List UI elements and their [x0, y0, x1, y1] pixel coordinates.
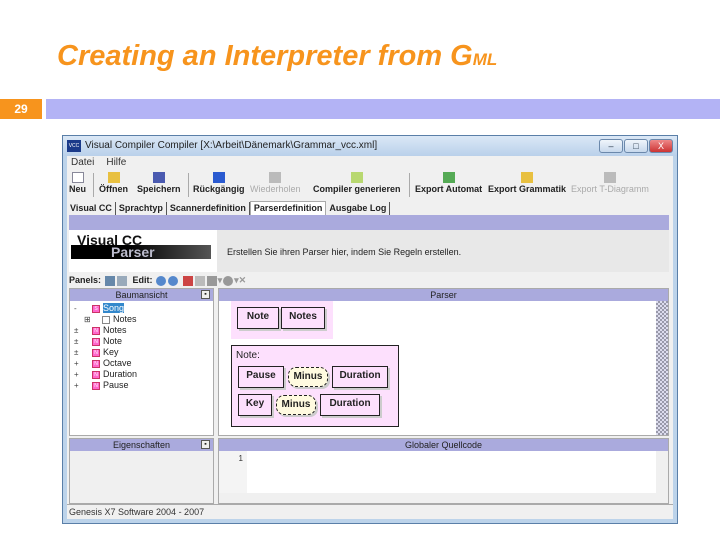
rule-note[interactable]: Note: Pause Minus Duration Key Minus Dur… — [231, 345, 399, 427]
tree-panel: Baumansicht ▪ - S Song ⊞ Notes ± N Notes ± N Not… — [69, 288, 214, 436]
open-icon — [107, 172, 120, 183]
tree-item-song[interactable]: - S Song — [70, 303, 213, 314]
rule-song[interactable]: Note Notes — [231, 301, 333, 339]
tree-item-notes-child[interactable]: ⊞ Notes — [70, 314, 213, 325]
redo-button[interactable]: Wiederholen — [250, 170, 301, 200]
header-description: Erstellen Sie ihren Parser hier, indem S… — [227, 247, 462, 257]
tree-item-note[interactable]: ± N Note — [70, 336, 213, 347]
panels-toolbar: Panels: Edit: ▾ ▾✕ — [69, 275, 247, 286]
source-editor[interactable] — [247, 451, 655, 493]
close-button[interactable]: X — [649, 139, 673, 153]
edit-icon[interactable] — [182, 275, 193, 286]
tree-panel-header: Baumansicht ▪ — [70, 289, 213, 301]
symbol-minus-optional: Minus — [276, 395, 316, 415]
export-tdiagramm-icon — [603, 172, 616, 183]
save-icon — [152, 172, 165, 183]
tab-scannerdefinition[interactable]: Scannerdefinition — [167, 202, 250, 215]
parser-panel: Parser Note Notes Note: Pause Minus Dura… — [218, 288, 669, 436]
tree-item-octave[interactable]: + N Octave — [70, 358, 213, 369]
tree-item-key[interactable]: ± N Key — [70, 347, 213, 358]
panel-props-icon[interactable] — [116, 275, 127, 286]
source-panel: Globaler Quellcode 1 — [218, 438, 669, 504]
add-rule-icon[interactable] — [156, 275, 167, 286]
symbol-duration: Duration — [332, 366, 388, 388]
undo-button[interactable]: Rückgängig — [193, 170, 245, 200]
parser-panel-header: Parser — [219, 289, 668, 301]
export-automat-button[interactable]: Export Automat — [415, 170, 482, 200]
delete-icon[interactable]: ✕ — [239, 275, 247, 285]
source-vscroll[interactable] — [656, 451, 668, 493]
status-bar: Genesis X7 Software 2004 - 2007 — [67, 504, 673, 519]
symbol-minus-optional: Minus — [288, 367, 328, 387]
redo-icon — [269, 172, 282, 183]
line-number: 1 — [219, 451, 247, 493]
export-tdiagramm-button[interactable]: Export T-Diagramm — [571, 170, 649, 200]
new-icon — [71, 172, 84, 183]
symbol-key: Key — [238, 394, 272, 416]
tab-bar: Visual CC Sprachtyp Scannerdefinition Parse… — [67, 200, 673, 215]
generate-compiler-button[interactable]: Compiler generieren — [313, 170, 401, 200]
pin-icon[interactable]: ▪ — [201, 290, 210, 299]
page-header: Visual CC Parser Erstellen Sie ihren Par… — [69, 230, 669, 272]
undo-icon — [212, 172, 225, 183]
tab-sprachtyp[interactable]: Sprachtyp — [116, 202, 167, 215]
menu-datei[interactable]: Datei — [71, 157, 94, 168]
tab-ausgabe-log[interactable]: Ausgabe Log — [326, 202, 391, 215]
source-hscroll[interactable] — [219, 493, 668, 503]
menu-hilfe[interactable]: Hilfe — [106, 157, 126, 168]
app-window: VCC Visual Compiler Compiler [X:\Arbeit\… — [62, 135, 678, 524]
source-panel-header: Globaler Quellcode — [219, 439, 668, 451]
minimize-button[interactable]: – — [599, 139, 623, 153]
tree-item-duration[interactable]: + N Duration — [70, 369, 213, 380]
tree-item-pause[interactable]: + N Pause — [70, 380, 213, 391]
panel-tree-icon[interactable] — [104, 275, 115, 286]
new-button[interactable]: Neu — [69, 170, 86, 200]
export-grammatik-button[interactable]: Export Grammatik — [488, 170, 566, 200]
generate-icon — [350, 172, 363, 183]
slide-title: Creating an Interpreter from GML — [57, 40, 498, 72]
tab-visual-cc[interactable]: Visual CC — [67, 202, 116, 215]
vertical-scrollbar[interactable] — [656, 301, 668, 435]
tab-parserdefinition[interactable]: Parserdefinition — [249, 201, 327, 215]
window-title: Visual Compiler Compiler [X:\Arbeit\Däne… — [85, 140, 378, 151]
symbol-pause: Pause — [238, 366, 284, 388]
option-icon[interactable] — [223, 275, 234, 286]
slide-number: 29 — [0, 99, 42, 119]
logo-subtitle: Parser — [71, 245, 211, 259]
pin-icon[interactable]: ▪ — [201, 440, 210, 449]
window-title-bar: VCC Visual Compiler Compiler [X:\Arbeit\… — [63, 136, 677, 156]
block-icon[interactable] — [206, 275, 217, 286]
menu-bar: Datei Hilfe — [67, 156, 673, 170]
app-icon: VCC — [67, 140, 81, 152]
export-automat-icon — [442, 172, 455, 183]
symbol-notes: Notes — [281, 307, 325, 329]
open-button[interactable]: Öffnen — [99, 170, 128, 200]
properties-panel-header: Eigenschaften ▪ — [70, 439, 213, 451]
symbol-duration: Duration — [320, 394, 380, 416]
tree-item-notes[interactable]: ± N Notes — [70, 325, 213, 336]
symbol-note: Note — [237, 307, 279, 329]
properties-panel: Eigenschaften ▪ — [69, 438, 214, 504]
slide-header-bar — [46, 99, 720, 119]
rule-name: Note: — [236, 350, 260, 361]
maximize-button[interactable]: □ — [624, 139, 648, 153]
toolbar: Neu Öffnen Speichern Rückgängig Wiederho… — [67, 170, 673, 200]
add-alt-icon[interactable] — [168, 275, 179, 286]
copy-icon[interactable] — [194, 275, 205, 286]
save-button[interactable]: Speichern — [137, 170, 181, 200]
export-grammatik-icon — [521, 172, 534, 183]
